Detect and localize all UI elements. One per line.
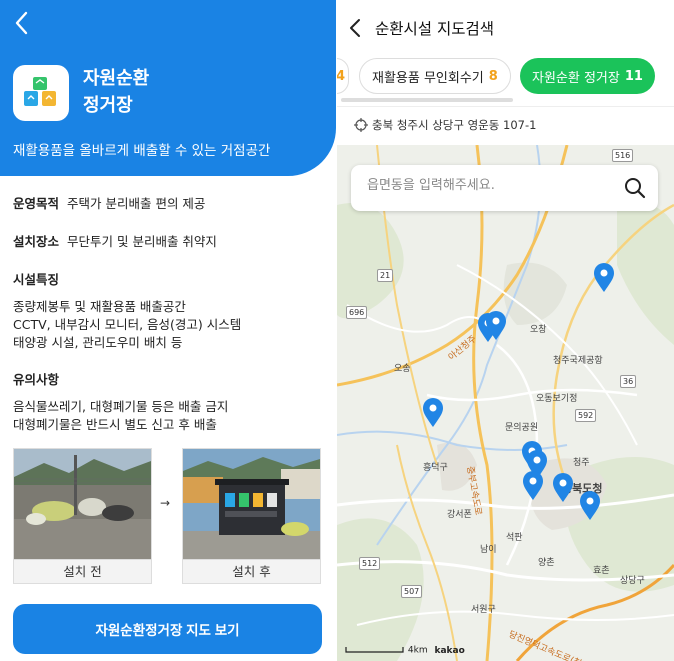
tabs-scrollbar[interactable] xyxy=(341,98,513,102)
page-title: 순환시설 지도검색 xyxy=(375,20,495,38)
features-block: 시설특징 종량제봉투 및 재활용품 배출공간 CCTV, 내부감시 모니터, 음… xyxy=(13,270,323,352)
crosshair-icon xyxy=(354,118,368,132)
before-photo-card: 설치 전 xyxy=(13,448,152,584)
feature-item: 종량제봉투 및 재활용품 배출공간 xyxy=(13,299,186,314)
route-shield: 516 xyxy=(612,149,634,162)
purpose-row: 운영목적 주택가 분리배출 편의 제공 xyxy=(13,194,323,214)
back-arrow-icon[interactable] xyxy=(347,17,363,39)
map-label: 문의공원 xyxy=(505,423,539,433)
route-shield: 512 xyxy=(359,557,381,570)
arrow-icon: → xyxy=(160,496,171,510)
map-pin-icon[interactable] xyxy=(522,471,544,501)
after-photo xyxy=(183,449,320,559)
notice-block: 유의사항 음식물쓰레기, 대형폐기물 등은 배출 금지 대형폐기물은 반드시 별… xyxy=(13,370,323,434)
map-label: 석판 xyxy=(506,533,523,543)
feature-item: CCTV, 내부감시 모니터, 음성(경고) 시스템 xyxy=(13,317,242,332)
feature-item: 태양광 시설, 관리도우미 배치 등 xyxy=(13,335,183,350)
search-icon[interactable] xyxy=(624,177,646,199)
tab-count: 11 xyxy=(624,68,643,84)
recycle-station-app-icon xyxy=(13,65,69,121)
route-shield: 592 xyxy=(575,409,597,422)
map-scale: 4km kakao xyxy=(345,645,465,656)
route-shield: 507 xyxy=(401,585,423,598)
map-label: 흥덕구 xyxy=(423,463,448,473)
map-view[interactable]: 516 21 696 36 592 512 507 오창 청주국제공항 오송 오… xyxy=(337,145,674,661)
before-photo xyxy=(14,449,151,559)
notice-title: 유의사항 xyxy=(13,372,60,387)
hero-header: 자원순환 정거장 재활용품을 올바르게 배출할 수 있는 거점공간 xyxy=(0,0,336,176)
install-location-label: 설치장소 xyxy=(13,234,60,249)
map-header: 순환시설 지도검색 xyxy=(337,0,674,56)
facility-tabs: 4 재활용품 무인회수기 8 자원순환 정거장 11 xyxy=(337,58,674,98)
hero-subtitle: 재활용품을 올바르게 배출할 수 있는 거점공간 xyxy=(13,143,271,159)
scale-bar-icon xyxy=(345,647,404,653)
map-label: 서원구 xyxy=(471,605,496,615)
before-caption: 설치 전 xyxy=(14,559,151,583)
tab-recycling-machine[interactable]: 재활용품 무인회수기 8 xyxy=(359,58,511,94)
map-label: 효촌 xyxy=(593,566,610,576)
map-screen: 순환시설 지도검색 4 재활용품 무인회수기 8 자원순환 정거장 11 충북 … xyxy=(337,0,674,661)
map-label: 오동보기정 xyxy=(536,394,578,404)
scale-label: 4km xyxy=(407,645,428,656)
kakao-attribution: kakao xyxy=(434,645,465,656)
purpose-label: 운영목적 xyxy=(13,196,60,211)
install-location-row: 설치장소 무단투기 및 분리배출 취약지 xyxy=(13,232,323,252)
notice-item: 대형폐기물은 반드시 별도 신고 후 배출 xyxy=(13,417,217,432)
map-label: 상당구 xyxy=(620,576,645,586)
tab-label: 재활용품 무인회수기 xyxy=(372,70,484,86)
tab-count: 8 xyxy=(488,68,498,84)
location-text: 충북 청주시 상당구 영운동 107-1 xyxy=(372,118,537,132)
notice-item: 음식물쓰레기, 대형폐기물 등은 배출 금지 xyxy=(13,399,229,414)
purpose-value: 주택가 분리배출 편의 제공 xyxy=(67,196,206,211)
tab-label: 자원순환 정거장 xyxy=(532,70,620,86)
map-pin-icon[interactable] xyxy=(552,473,574,503)
search-bar xyxy=(351,165,658,211)
map-pin-icon[interactable] xyxy=(593,263,615,293)
tab-partial[interactable]: 4 xyxy=(337,58,349,94)
divider xyxy=(337,106,674,107)
route-shield: 36 xyxy=(620,375,637,388)
search-input[interactable] xyxy=(367,178,617,193)
map-label: 강서폰 xyxy=(447,510,472,520)
map-label: 청주국제공항 xyxy=(553,356,603,366)
view-map-button[interactable]: 자원순환정거장 지도 보기 xyxy=(13,604,322,654)
install-location-value: 무단투기 및 분리배출 취약지 xyxy=(67,234,217,249)
map-pin-icon[interactable] xyxy=(422,398,444,428)
hero-title: 자원순환 정거장 xyxy=(83,65,283,119)
map-label: 청주 xyxy=(573,458,590,468)
hero-title-line2: 정거장 xyxy=(83,95,133,116)
tab-count: 4 xyxy=(337,68,346,84)
route-shield: 21 xyxy=(377,269,394,282)
map-pin-icon[interactable] xyxy=(579,491,601,521)
map-label: 남이 xyxy=(480,545,497,555)
back-arrow-icon[interactable] xyxy=(12,10,32,36)
map-label: 오송 xyxy=(394,364,411,374)
hero-title-line1: 자원순환 xyxy=(83,68,150,89)
after-photo-card: 설치 후 xyxy=(182,448,321,584)
after-caption: 설치 후 xyxy=(183,559,320,583)
route-shield: 696 xyxy=(346,306,368,319)
map-pin-icon[interactable] xyxy=(485,311,507,341)
current-location: 충북 청주시 상당구 영운동 107-1 xyxy=(354,117,536,133)
map-label: 오창 xyxy=(530,325,547,335)
tab-recycle-station[interactable]: 자원순환 정거장 11 xyxy=(520,58,655,94)
map-label: 양촌 xyxy=(538,558,555,568)
info-screen: 자원순환 정거장 재활용품을 올바르게 배출할 수 있는 거점공간 운영목적 주택… xyxy=(0,0,336,661)
features-title: 시설특징 xyxy=(13,272,60,287)
